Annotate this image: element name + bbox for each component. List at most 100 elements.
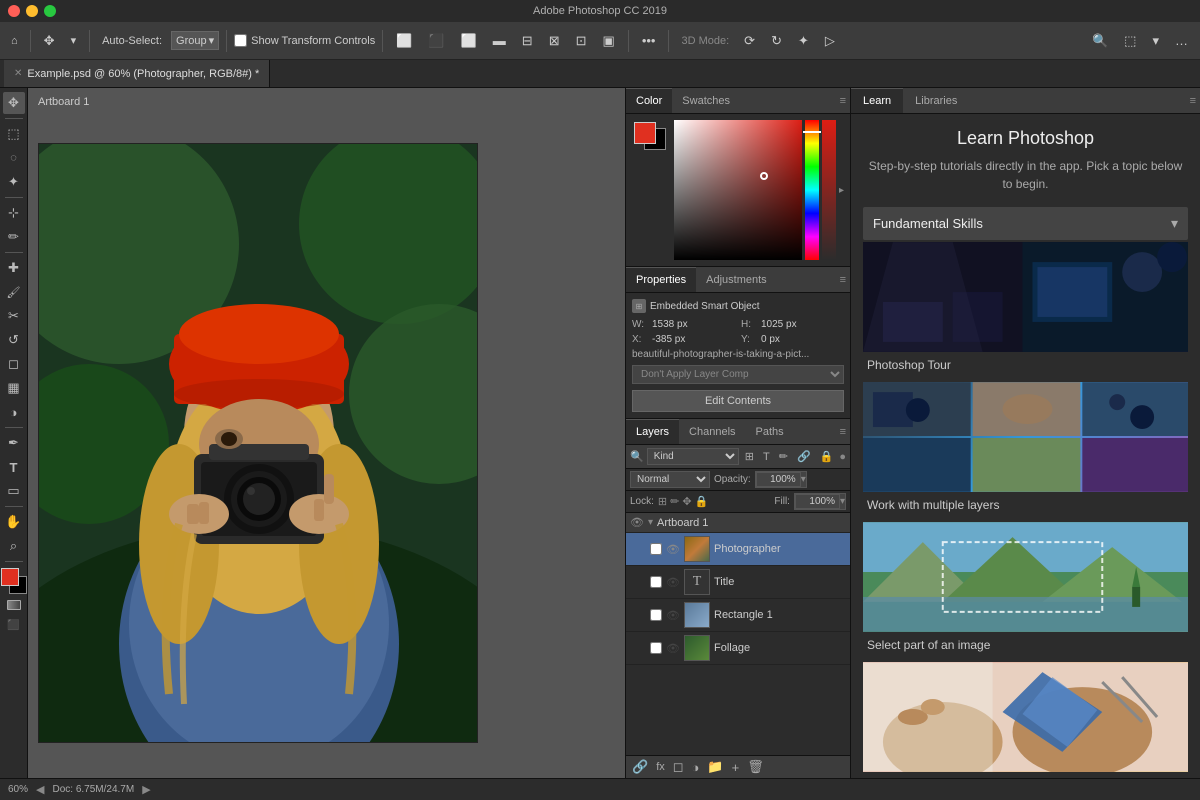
fundamental-skills-header[interactable]: Fundamental Skills ▾ — [863, 207, 1188, 240]
layer-title-checkbox[interactable] — [650, 576, 662, 588]
card-select-image[interactable]: Select part of an image — [863, 522, 1188, 658]
layer-icon5-btn[interactable]: 🔒 — [817, 449, 837, 464]
move-tool[interactable]: ✥ — [3, 92, 25, 114]
tab-paths[interactable]: Paths — [746, 419, 794, 444]
layer-comp-select[interactable]: Don't Apply Layer Comp — [632, 365, 844, 384]
layer-photographer-visibility[interactable]: 👁 — [666, 543, 680, 556]
zoom-left-arrow[interactable]: ◀ — [36, 783, 44, 796]
align-center-btn[interactable]: ⬛ — [422, 31, 450, 51]
color-swatch-area[interactable] — [1, 568, 27, 594]
spectrum-expand-btn[interactable]: ▸ — [839, 120, 844, 260]
history-tool[interactable]: ↺ — [3, 329, 25, 351]
lock-transparent-icon[interactable]: ⊞ — [658, 495, 667, 508]
workspace-arrow-btn[interactable]: ▾ — [1146, 31, 1165, 51]
foreground-color-swatch[interactable] — [634, 122, 656, 144]
home-button[interactable]: ⌂ — [6, 33, 23, 49]
align-vert-btn[interactable]: ▬ — [487, 31, 512, 50]
lasso-tool[interactable]: ◌ — [3, 147, 25, 169]
layer-title[interactable]: 👁 T Title — [626, 566, 850, 599]
card-photoshop-tour[interactable]: Photoshop Tour — [863, 242, 1188, 378]
maximize-button[interactable] — [44, 5, 56, 17]
tab-channels[interactable]: Channels — [679, 419, 745, 444]
alpha-slider[interactable] — [822, 120, 836, 260]
card-layer-mask[interactable]: Use a layer mask to add an object to an … — [863, 662, 1188, 778]
layers-kind-select[interactable]: Kind — [647, 448, 739, 465]
add-mask-btn[interactable]: ◻ — [673, 759, 684, 775]
tab-libraries[interactable]: Libraries — [903, 88, 969, 113]
gradient-tool[interactable]: ▦ — [3, 377, 25, 399]
layer-rectangle-checkbox[interactable] — [650, 609, 662, 621]
group-layers-btn[interactable]: 📁 — [707, 759, 723, 775]
zoom-tool[interactable]: ⌕ — [3, 535, 25, 557]
brush-tool[interactable]: 🖌 — [3, 281, 25, 303]
layer-foliage-visibility[interactable]: 👁 — [666, 642, 680, 655]
spectrum-picker[interactable]: ▸ — [674, 120, 844, 260]
layer-icon2-btn[interactable]: T — [760, 450, 773, 464]
adjustment-layer-btn[interactable]: ◑ — [692, 760, 700, 775]
lock-pixels-icon[interactable]: ✏ — [670, 495, 679, 508]
layer-icon4-btn[interactable]: 🔗 — [794, 449, 814, 464]
dist4-btn[interactable]: ▣ — [597, 31, 621, 51]
screen-mode-btn[interactable]: ⬛ — [3, 614, 25, 636]
zoom-right-arrow[interactable]: ▶ — [142, 783, 150, 796]
align-left-btn[interactable]: ⬜ — [390, 31, 418, 51]
edit-contents-button[interactable]: Edit Contents — [632, 390, 844, 412]
fg-bg-colors[interactable] — [634, 122, 666, 150]
layer-foliage-checkbox[interactable] — [650, 642, 662, 654]
layer-rectangle-visibility[interactable]: 👁 — [666, 609, 680, 622]
learn-panel-menu[interactable]: ≡ — [1190, 95, 1196, 107]
tab-swatches[interactable]: Swatches — [672, 88, 740, 113]
dist2-btn[interactable]: ⊠ — [543, 31, 566, 51]
artboard-group[interactable]: 👁 ▾ Artboard 1 — [626, 513, 850, 533]
transform-controls-checkbox[interactable]: Show Transform Controls — [234, 34, 375, 47]
workspace-btn[interactable]: ⬚ — [1118, 31, 1142, 51]
foreground-color[interactable] — [1, 568, 19, 586]
props-menu[interactable]: ≡ — [840, 274, 846, 286]
text-tool[interactable]: T — [3, 456, 25, 478]
video-btn[interactable]: ▷ — [819, 31, 841, 51]
3d-btn3[interactable]: ✦ — [792, 31, 815, 51]
crop-tool[interactable]: ⊹ — [3, 202, 25, 224]
3d-btn2[interactable]: ↻ — [765, 31, 788, 51]
blend-mode-select[interactable]: Normal — [630, 471, 710, 488]
eraser-tool[interactable]: ◻ — [3, 353, 25, 375]
color-panel-menu[interactable]: ≡ — [840, 95, 846, 107]
3d-btn1[interactable]: ⟳ — [738, 31, 761, 51]
layer-icon3-btn[interactable]: ✏ — [776, 449, 791, 464]
shape-tool[interactable]: ▭ — [3, 480, 25, 502]
opacity-control[interactable]: 100% ▾ — [755, 471, 807, 488]
layers-menu[interactable]: ≡ — [840, 426, 846, 438]
layer-rectangle[interactable]: 👁 Rectangle 1 — [626, 599, 850, 632]
tab-layers[interactable]: Layers — [626, 419, 679, 444]
quick-mask-btn[interactable] — [3, 598, 25, 612]
layer-photographer-checkbox[interactable] — [650, 543, 662, 555]
heal-tool[interactable]: ✚ — [3, 257, 25, 279]
align-right-btn[interactable]: ⬜ — [455, 31, 483, 51]
tab-learn[interactable]: Learn — [851, 88, 903, 113]
tab-adjustments[interactable]: Adjustments — [696, 267, 777, 292]
plugin-btn[interactable]: … — [1169, 31, 1194, 50]
lock-all-icon[interactable]: 🔒 — [695, 495, 709, 508]
delete-layer-btn[interactable]: 🗑 — [747, 759, 764, 775]
group-dropdown[interactable]: Group ▾ — [171, 31, 219, 50]
transform-button[interactable]: ▾ — [65, 32, 83, 49]
artboard-expand[interactable]: ▾ — [648, 517, 653, 528]
color-spectrum-gradient[interactable] — [674, 120, 802, 260]
marquee-tool[interactable]: ⬚ — [3, 123, 25, 145]
minimize-button[interactable] — [26, 5, 38, 17]
close-button[interactable] — [8, 5, 20, 17]
link-layers-btn[interactable]: 🔗 — [632, 759, 648, 775]
search-button[interactable]: 🔍 — [1086, 31, 1114, 51]
card-multiple-layers[interactable]: Work with multiple layers — [863, 382, 1188, 518]
canvas-image[interactable] — [38, 143, 478, 743]
tab-properties[interactable]: Properties — [626, 267, 696, 292]
dodge-tool[interactable]: ◑ — [3, 401, 25, 423]
dist3-btn[interactable]: ⊡ — [570, 31, 593, 51]
pen-tool[interactable]: ✒ — [3, 432, 25, 454]
add-layer-btn[interactable]: + — [732, 760, 740, 775]
transform-controls-input[interactable] — [234, 34, 247, 47]
hand-tool[interactable]: ✋ — [3, 511, 25, 533]
wand-tool[interactable]: ✦ — [3, 171, 25, 193]
layer-photographer[interactable]: 👁 Photographer — [626, 533, 850, 566]
tab-color[interactable]: Color — [626, 88, 672, 113]
